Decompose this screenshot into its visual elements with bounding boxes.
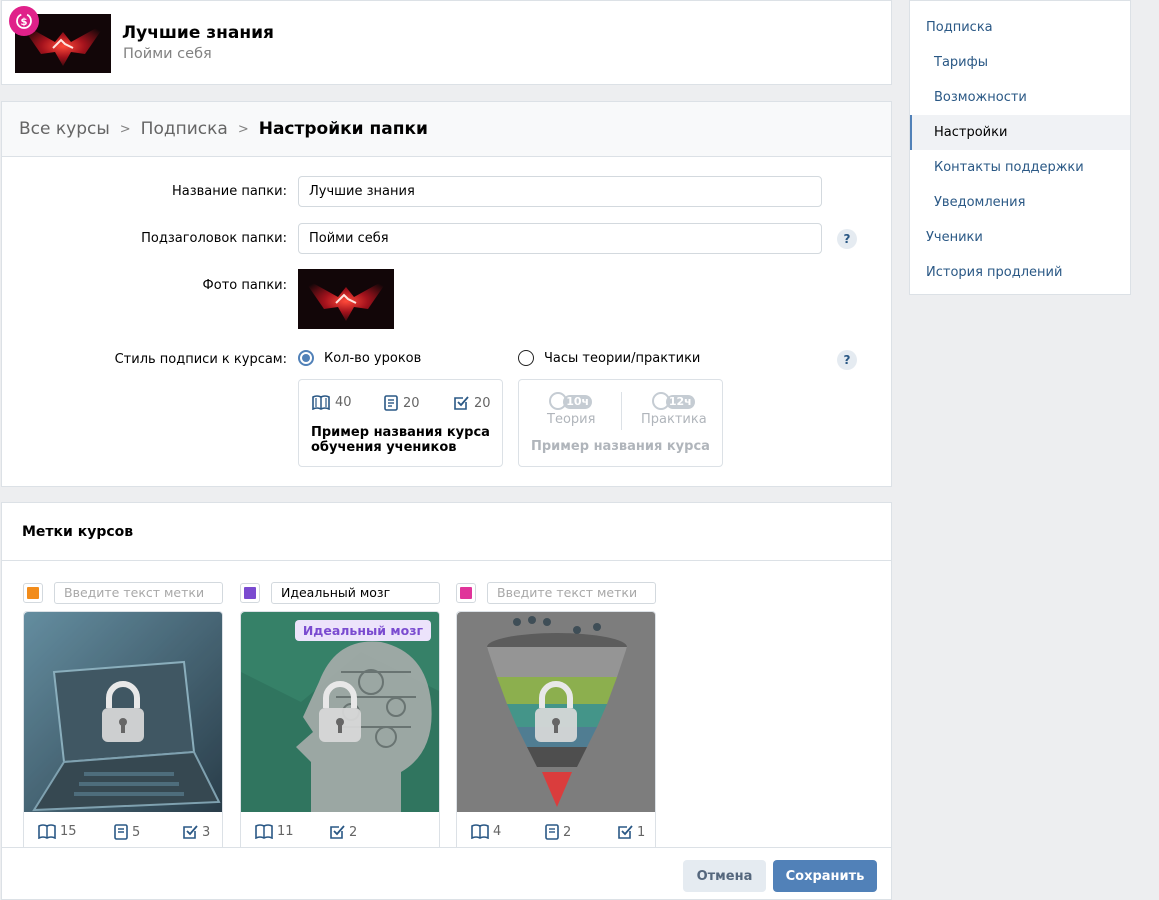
folder-name-label: Название папки: xyxy=(171,184,287,199)
document-icon xyxy=(545,824,559,840)
caption-style-label: Стиль подписи к курсам: xyxy=(114,352,287,367)
tag-color-picker[interactable] xyxy=(23,583,43,603)
help-icon[interactable]: ? xyxy=(837,350,857,370)
lessons-stat: 15 xyxy=(38,824,77,839)
folder-subtitle-label: Подзаголовок папки: xyxy=(141,231,287,246)
book-icon xyxy=(255,824,273,839)
checkbox-icon xyxy=(330,825,345,839)
hours-style-preview[interactable]: 10ч Теория 12ч Практика Пример названия … xyxy=(518,379,723,467)
lessons-style-preview[interactable]: 40 20 20 Пример названия курса обучения … xyxy=(298,379,503,467)
svg-text:$: $ xyxy=(21,17,28,28)
radio-theory-practice-hours[interactable]: Часы теории/практики xyxy=(518,350,700,366)
lock-icon xyxy=(317,680,363,744)
practice-hours: 12ч Практика xyxy=(641,390,707,427)
tag-text-input[interactable]: Введите текст метки xyxy=(54,582,223,604)
breadcrumb-subscription[interactable]: Подписка xyxy=(141,119,228,139)
color-swatch xyxy=(244,587,256,599)
document-icon xyxy=(384,395,398,411)
course-tags-title: Метки курсов xyxy=(2,503,891,561)
folder-name-input[interactable]: Лучшие знания xyxy=(298,176,822,207)
divider xyxy=(621,392,622,430)
radio-lessons-count[interactable]: Кол-во уроков xyxy=(298,350,421,366)
checkbox-icon xyxy=(454,396,469,410)
course-tag-label: Идеальный мозг xyxy=(294,620,431,641)
breadcrumb-all-courses[interactable]: Все курсы xyxy=(19,119,110,139)
book-icon xyxy=(312,395,330,410)
tests-stat: 2 xyxy=(545,824,571,840)
folder-settings-panel: Все курсы > Подписка > Настройки папки Н… xyxy=(1,101,892,487)
sidebar-item-tariffs[interactable]: Тарифы xyxy=(910,45,1130,80)
tag-color-picker[interactable] xyxy=(240,583,260,603)
form-footer: Отмена Сохранить xyxy=(2,847,891,899)
save-button[interactable]: Сохранить xyxy=(773,860,877,892)
book-icon xyxy=(471,824,489,839)
tests-stat: 20 xyxy=(384,395,420,411)
lock-icon xyxy=(533,680,579,744)
help-icon[interactable]: ? xyxy=(837,229,857,249)
lessons-stat: 4 xyxy=(471,824,501,839)
tests-stat: 5 xyxy=(114,824,140,840)
cancel-button[interactable]: Отмена xyxy=(683,860,766,892)
folder-photo-label: Фото папки: xyxy=(202,278,287,293)
course-card[interactable]: 15 5 3 xyxy=(23,611,223,851)
tag-text-input[interactable]: Идеальный мозг xyxy=(271,582,440,604)
tasks-stat: 1 xyxy=(617,824,645,840)
sidebar-item-students[interactable]: Ученики xyxy=(910,220,1130,255)
lessons-stat: 40 xyxy=(312,395,352,410)
checkbox-icon xyxy=(618,825,633,839)
radio-unselected-icon xyxy=(518,350,534,366)
color-swatch xyxy=(27,587,39,599)
tag-text-input[interactable]: Введите текст метки xyxy=(487,582,656,604)
sidebar-item-subscription[interactable]: Подписка xyxy=(910,10,1130,45)
course-card[interactable]: 4 2 1 xyxy=(456,611,656,851)
breadcrumb-separator: > xyxy=(119,121,131,137)
sidebar-item-settings[interactable]: Настройки xyxy=(910,115,1130,150)
sidebar-item-support-contacts[interactable]: Контакты поддержки xyxy=(910,150,1130,185)
lessons-stat: 11 xyxy=(255,824,294,839)
radio-selected-icon xyxy=(298,350,314,366)
book-icon xyxy=(38,824,56,839)
folder-header: $ Лучшие знания Пойми себя xyxy=(1,0,892,85)
tasks-stat: 2 xyxy=(329,824,357,840)
breadcrumb-current: Настройки папки xyxy=(258,119,428,139)
breadcrumb: Все курсы > Подписка > Настройки папки xyxy=(2,102,891,157)
lock-icon xyxy=(100,680,146,744)
document-icon xyxy=(114,824,128,840)
sidebar-item-renewal-history[interactable]: История продлений xyxy=(910,255,1130,290)
course-card[interactable]: Идеальный мозг 11 2 xyxy=(240,611,440,851)
tag-color-picker[interactable] xyxy=(456,583,476,603)
radio-lessons-label: Кол-во уроков xyxy=(324,350,422,366)
subscription-dollar-icon: $ xyxy=(9,6,39,36)
folder-subtitle: Пойми себя xyxy=(123,46,212,62)
course-tags-panel: Метки курсов Введите текст метки 15 5 3 … xyxy=(1,502,892,900)
color-swatch xyxy=(460,587,472,599)
tasks-stat: 3 xyxy=(182,824,210,840)
breadcrumb-separator: > xyxy=(237,121,249,137)
folder-photo[interactable] xyxy=(298,269,394,329)
theory-hours: 10ч Теория xyxy=(547,390,595,427)
sample-course-name: Пример названия курса xyxy=(531,439,710,454)
sample-course-name: Пример названия курса обучения учеников xyxy=(311,425,490,455)
tasks-stat: 20 xyxy=(453,395,491,411)
radio-hours-label: Часы теории/практики xyxy=(544,350,701,366)
folder-subtitle-input[interactable]: Пойми себя xyxy=(298,223,822,254)
checkbox-icon xyxy=(183,825,198,839)
folder-title: Лучшие знания xyxy=(122,23,274,43)
sidebar-item-features[interactable]: Возможности xyxy=(910,80,1130,115)
sidebar-menu: Подписка Тарифы Возможности Настройки Ко… xyxy=(909,0,1131,295)
sidebar-item-notifications[interactable]: Уведомления xyxy=(910,185,1130,220)
